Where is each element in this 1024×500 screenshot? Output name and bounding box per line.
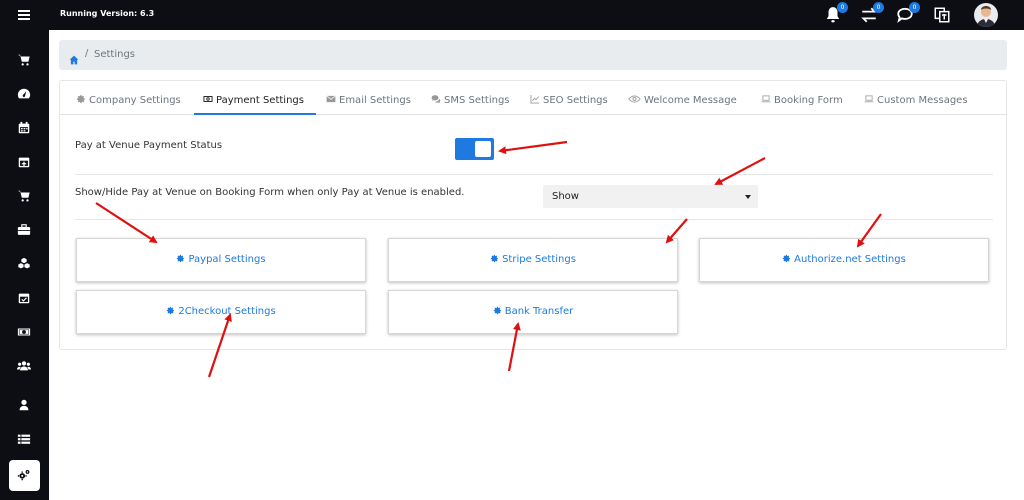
eye-icon [628, 94, 641, 104]
gear-icon [166, 306, 175, 315]
chat-badge: 0 [909, 2, 920, 13]
2checkout-settings-button[interactable]: 2Checkout Settings [76, 290, 366, 334]
calendar-icon[interactable] [17, 121, 31, 135]
laptop-icon [761, 94, 771, 104]
gear-icon [493, 306, 502, 315]
gear-icon [490, 254, 499, 263]
tab-custom-messages[interactable]: Custom Messages [864, 94, 968, 106]
sidebar [0, 30, 49, 500]
settings-card: Company Settings Payment Settings Email … [59, 80, 1007, 350]
pay-at-venue-toggle[interactable] [455, 138, 494, 160]
cubes-icon[interactable] [17, 257, 31, 271]
breadcrumb-current: Settings [94, 49, 136, 60]
divider [75, 174, 993, 175]
bell-badge: 0 [837, 2, 848, 13]
calendar-check-icon[interactable] [17, 291, 31, 305]
toggle-knob [475, 141, 491, 157]
active-tab-indicator [194, 113, 316, 115]
briefcase-icon[interactable] [17, 223, 31, 237]
cart-icon[interactable] [17, 53, 31, 67]
pay-at-venue-label: Pay at Venue Payment Status [75, 140, 223, 151]
settings-tabs: Company Settings Payment Settings Email … [60, 81, 1006, 115]
tab-email-settings[interactable]: Email Settings [326, 94, 411, 106]
authorize-net-settings-button[interactable]: Authorize.net Settings [699, 238, 989, 282]
show-hide-select[interactable]: Show [543, 185, 758, 208]
money-icon [203, 94, 213, 104]
user-icon[interactable] [17, 398, 31, 412]
select-value: Show [552, 191, 579, 202]
breadcrumb: / Settings [59, 40, 1007, 70]
gear-icon [782, 254, 791, 263]
divider [75, 219, 993, 220]
bell-icon[interactable]: 0 [824, 2, 848, 24]
settings-nav-item[interactable] [9, 460, 40, 491]
stripe-settings-button[interactable]: Stripe Settings [388, 238, 678, 282]
chart-icon [530, 94, 540, 104]
cart-icon[interactable] [17, 189, 31, 203]
translate-icon[interactable] [933, 6, 951, 24]
chat-icon[interactable]: 0 [896, 2, 920, 24]
caret-down-icon [745, 195, 751, 199]
tab-sms-settings[interactable]: SMS Settings [431, 94, 510, 106]
cogs-icon [17, 470, 30, 481]
users-icon[interactable] [17, 359, 31, 373]
comments-icon [431, 94, 441, 104]
transfer-badge: 0 [873, 2, 884, 13]
tab-booking-form[interactable]: Booking Form [761, 94, 843, 106]
breadcrumb-separator: / [85, 48, 89, 59]
calendar-plus-icon[interactable] [17, 155, 31, 169]
show-hide-label: Show/Hide Pay at Venue on Booking Form w… [75, 187, 465, 198]
money-icon[interactable] [17, 325, 31, 339]
home-icon[interactable] [69, 50, 79, 65]
tab-payment-settings[interactable]: Payment Settings [203, 94, 304, 106]
gear-icon [76, 94, 86, 104]
laptop-icon [864, 94, 874, 104]
tab-welcome-message[interactable]: Welcome Message [628, 94, 737, 106]
list-icon[interactable] [17, 432, 31, 446]
envelope-icon [326, 94, 336, 104]
menu-icon[interactable] [18, 10, 30, 20]
paypal-settings-button[interactable]: Paypal Settings [76, 238, 366, 282]
version-label: Running Version: 6.3 [60, 9, 155, 18]
top-bar: Running Version: 6.3 0 0 0 [0, 0, 1024, 30]
gear-icon [176, 254, 185, 263]
user-avatar[interactable] [974, 3, 998, 27]
bank-transfer-button[interactable]: Bank Transfer [388, 290, 678, 334]
tab-seo-settings[interactable]: SEO Settings [530, 94, 608, 106]
tab-company-settings[interactable]: Company Settings [76, 94, 181, 106]
transfer-icon[interactable]: 0 [860, 2, 884, 24]
dashboard-icon[interactable] [17, 87, 31, 101]
